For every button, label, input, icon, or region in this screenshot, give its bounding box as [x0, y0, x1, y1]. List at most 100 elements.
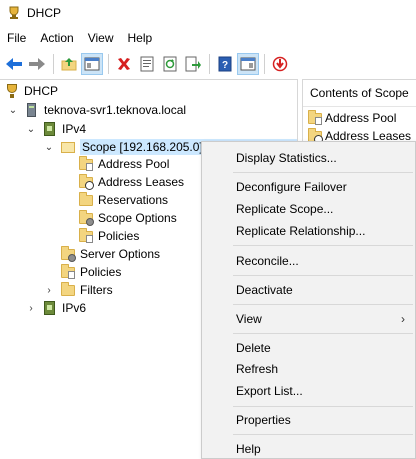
menu-view[interactable]: View [81, 28, 121, 48]
folder-icon [60, 264, 76, 280]
export-list-button[interactable] [182, 53, 204, 75]
delete-button[interactable] [113, 53, 135, 75]
properties-button[interactable] [136, 53, 158, 75]
back-button[interactable] [3, 53, 25, 75]
tree-label: Server Options [80, 247, 161, 261]
refresh-icon [163, 56, 177, 72]
toolbar-separator [53, 54, 54, 74]
menu-item-view[interactable]: View › [202, 308, 415, 330]
show-hide-console-tree-button[interactable] [81, 53, 103, 75]
tree-node-ipv6[interactable]: › IPv6 [26, 299, 86, 317]
menu-item-delete[interactable]: Delete [202, 337, 415, 359]
menu-separator [233, 172, 413, 173]
menu-separator [233, 434, 413, 435]
menu-item-replicate-scope[interactable]: Replicate Scope... [202, 198, 415, 220]
menu-item-export-list[interactable]: Export List... [202, 380, 415, 402]
tree-label: Reservations [98, 193, 169, 207]
delete-icon [118, 58, 130, 70]
tree-label: Address Leases [98, 175, 185, 189]
export-list-icon [185, 56, 201, 72]
menu-separator [233, 245, 413, 246]
tree-label: IPv6 [62, 301, 87, 315]
deactivate-button[interactable] [269, 53, 291, 75]
title-bar: DHCP [0, 0, 416, 26]
menu-bar: File Action View Help [0, 28, 159, 48]
menu-item-refresh[interactable]: Refresh [202, 358, 415, 380]
tree-label: DHCP [24, 84, 59, 98]
help-icon: ? [218, 56, 232, 72]
chevron-down-icon[interactable]: ⌄ [8, 105, 18, 116]
tree-node-address-pool[interactable]: Address Pool [78, 155, 169, 173]
context-menu: Display Statistics... Deconfigure Failov… [201, 141, 416, 459]
folder-gear-icon [60, 246, 76, 262]
ipv4-icon [42, 121, 58, 137]
results-header: Contents of Scope [303, 80, 416, 107]
menu-help[interactable]: Help [121, 28, 160, 48]
tree-node-server[interactable]: ⌄ teknova-svr1.teknova.local [8, 101, 186, 119]
folder-clock-icon [78, 174, 94, 190]
tree-label: Policies [98, 229, 140, 243]
chevron-right-icon[interactable]: › [44, 285, 54, 296]
tree-node-policies[interactable]: Policies [60, 263, 121, 281]
results-item-label: Address Pool [325, 111, 397, 125]
menu-item-properties[interactable]: Properties [202, 409, 415, 431]
chevron-down-icon[interactable]: ⌄ [44, 142, 54, 153]
chevron-down-icon[interactable]: ⌄ [26, 124, 36, 135]
tree-node-address-leases[interactable]: Address Leases [78, 173, 184, 191]
menu-action[interactable]: Action [33, 28, 80, 48]
dhcp-app-icon [7, 6, 21, 20]
menu-item-reconcile[interactable]: Reconcile... [202, 250, 415, 272]
svg-text:?: ? [222, 60, 228, 71]
tree-label: IPv4 [62, 122, 87, 136]
tree-node-filters[interactable]: › Filters [44, 281, 113, 299]
folder-gear-icon [78, 210, 94, 226]
toolbar-separator [264, 54, 265, 74]
menu-separator [233, 333, 413, 334]
folder-icon [78, 228, 94, 244]
menu-separator [233, 406, 413, 407]
back-arrow-icon [6, 58, 22, 70]
tree-node-server-options[interactable]: Server Options [60, 245, 160, 263]
menu-item-display-statistics[interactable]: Display Statistics... [202, 147, 415, 169]
properties-icon [140, 56, 154, 72]
show-hide-action-pane-button[interactable] [237, 53, 259, 75]
ipv6-icon [42, 300, 58, 316]
up-folder-icon [61, 58, 77, 71]
menu-item-deactivate[interactable]: Deactivate [202, 279, 415, 301]
menu-item-replicate-relationship[interactable]: Replicate Relationship... [202, 220, 415, 242]
toolbar: ? [0, 50, 416, 78]
chevron-right-icon: › [401, 312, 405, 326]
tree-label: Scope Options [98, 211, 177, 225]
tree-node-ipv4[interactable]: ⌄ IPv4 [26, 120, 86, 138]
filter-icon [60, 282, 76, 298]
tree-label: Address Pool [98, 157, 170, 171]
tree-node-scope-policies[interactable]: Policies [78, 227, 139, 245]
show-hide-tree-icon [84, 57, 100, 71]
forward-button[interactable] [26, 53, 48, 75]
help-button[interactable]: ? [214, 53, 236, 75]
forward-arrow-icon [29, 58, 45, 70]
chevron-right-icon[interactable]: › [26, 303, 36, 314]
refresh-button[interactable] [159, 53, 181, 75]
menu-file[interactable]: File [0, 28, 33, 48]
window-title: DHCP [27, 6, 62, 20]
folder-open-icon [60, 139, 76, 155]
menu-item-view-label: View [236, 312, 262, 326]
menu-item-deconfigure-failover[interactable]: Deconfigure Failover [202, 176, 415, 198]
toolbar-separator [209, 54, 210, 74]
tree-node-scope-options[interactable]: Scope Options [78, 209, 177, 227]
menu-separator [233, 304, 413, 305]
tree-node-reservations[interactable]: Reservations [78, 191, 168, 209]
tree-label: Policies [80, 265, 122, 279]
folder-icon [307, 110, 323, 126]
tree-node-dhcp[interactable]: DHCP [4, 82, 58, 100]
menu-item-help[interactable]: Help [202, 438, 415, 459]
show-hide-action-pane-icon [240, 57, 256, 71]
deactivate-icon [272, 56, 288, 72]
tree-label: teknova-svr1.teknova.local [44, 103, 187, 117]
up-one-level-button[interactable] [58, 53, 80, 75]
server-icon [24, 102, 40, 118]
results-item[interactable]: Address Pool [303, 109, 416, 127]
tree-label: Filters [80, 283, 113, 297]
folder-icon [78, 192, 94, 208]
